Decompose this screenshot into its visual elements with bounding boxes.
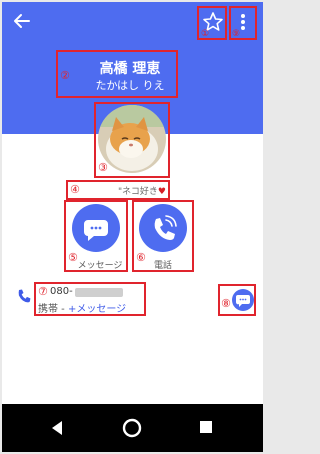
annotation-number-7: ⑦ — [38, 285, 48, 298]
heart-icon: ♥ — [157, 187, 166, 197]
phone-number[interactable]: 080- — [50, 286, 73, 297]
contact-status-text: "ネコ好き — [117, 187, 158, 197]
annotation-number-2: ② — [60, 69, 70, 82]
contact-name-reading: たかはし りえ — [95, 79, 165, 92]
cat-photo — [98, 105, 166, 173]
phone-type-row: 携帯 - +メッセージ — [38, 300, 126, 315]
contact-detail-screen: ① ⑨ ② 高橋 理恵 たかはし りえ ③ ④ "ネコ好き♥ ⑤ メッセージ ⑥… — [2, 2, 263, 452]
message-button[interactable] — [72, 204, 120, 252]
sms-button[interactable] — [232, 289, 254, 311]
annotation-number-4: ④ — [70, 183, 80, 196]
message-label: メッセージ — [77, 261, 123, 271]
contact-name: 高橋 理恵 — [99, 61, 161, 77]
call-label: 電話 — [153, 261, 172, 271]
annotation-number-3: ③ — [98, 161, 108, 174]
rcs-message-link[interactable]: +メッセージ — [68, 304, 126, 315]
back-button[interactable] — [10, 10, 32, 32]
annotation-number-9: ⑨ — [232, 29, 241, 39]
phone-type: 携帯 — [38, 304, 58, 315]
nav-back-icon[interactable] — [50, 420, 64, 436]
annotation-number-1: ① — [201, 29, 210, 39]
nav-home-icon[interactable] — [122, 418, 142, 438]
system-navigation-bar — [2, 404, 263, 452]
contact-avatar[interactable] — [98, 105, 166, 173]
chat-bubble-icon — [84, 220, 108, 241]
arrow-left-icon — [14, 14, 30, 28]
contact-status: "ネコ好き♥ — [82, 184, 166, 197]
phone-separator: - — [58, 304, 68, 315]
phone-number-redacted — [75, 288, 123, 297]
phone-icon — [16, 288, 32, 304]
chat-bubble-icon — [235, 295, 250, 307]
annotation-number-8: ⑧ — [221, 297, 231, 310]
nav-recents-icon[interactable] — [199, 420, 213, 434]
call-button[interactable] — [139, 204, 187, 252]
phone-number-prefix: 080- — [50, 286, 73, 297]
phone-call-icon — [154, 215, 177, 240]
